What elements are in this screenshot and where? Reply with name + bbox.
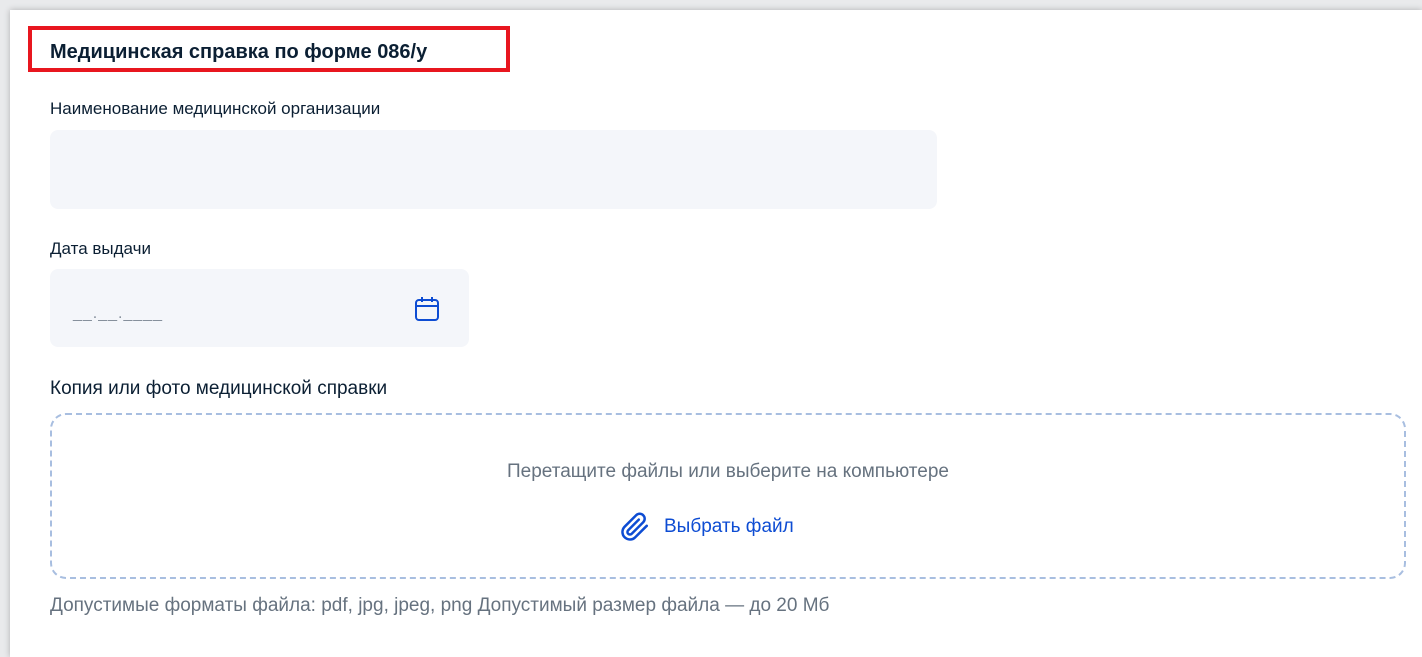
issue-date-placeholder: __.__.____ (73, 305, 164, 322)
upload-label: Копия или фото медицинской справки (50, 378, 388, 399)
upload-hint: Допустимые форматы файла: pdf, jpg, jpeg… (50, 595, 830, 616)
form-title: Медицинская справка по форме 086/у (50, 41, 428, 63)
calendar-icon[interactable] (414, 295, 440, 323)
paperclip-icon (621, 512, 648, 541)
file-dropzone[interactable]: Перетащите файлы или выберите на компьют… (50, 413, 1406, 579)
org-name-input[interactable] (50, 130, 937, 209)
dropzone-text: Перетащите файлы или выберите на компьют… (507, 461, 949, 482)
org-name-label: Наименование медицинской организации (50, 99, 381, 118)
issue-date-label: Дата выдачи (50, 239, 151, 258)
form-page: Медицинская справка по форме 086/у Наиме… (10, 10, 1422, 657)
choose-file-label: Выбрать файл (664, 516, 794, 537)
choose-file-button[interactable]: Выбрать файл (620, 511, 794, 543)
issue-date-input[interactable]: __.__.____ (50, 269, 469, 347)
